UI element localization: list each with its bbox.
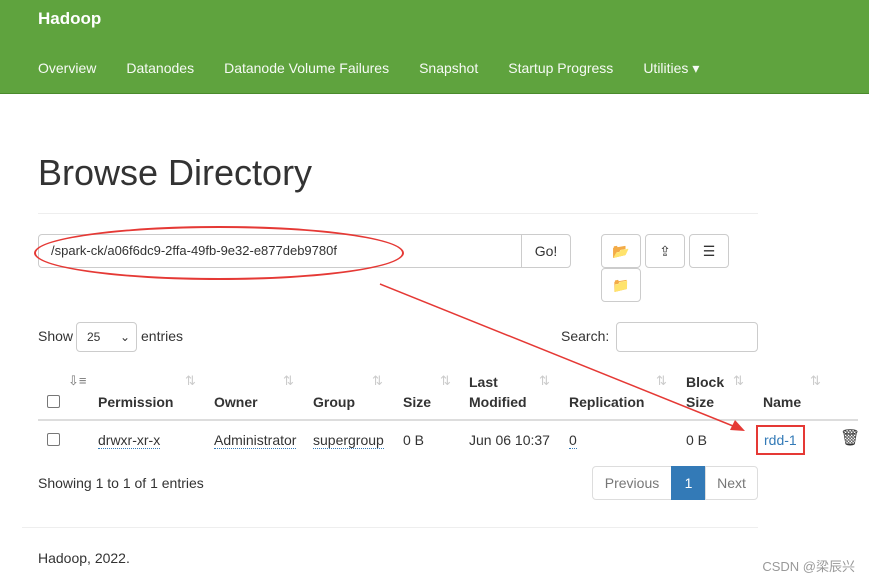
page-1-button[interactable]: 1 [671,466,706,500]
footer-divider [22,527,758,528]
table-info: Showing 1 to 1 of 1 entries [38,475,204,491]
next-button[interactable]: Next [705,466,758,500]
previous-button[interactable]: Previous [592,466,672,500]
watermark: CSDN @梁辰兴 [762,559,855,574]
footer-text: Hadoop, 2022. [38,550,130,566]
